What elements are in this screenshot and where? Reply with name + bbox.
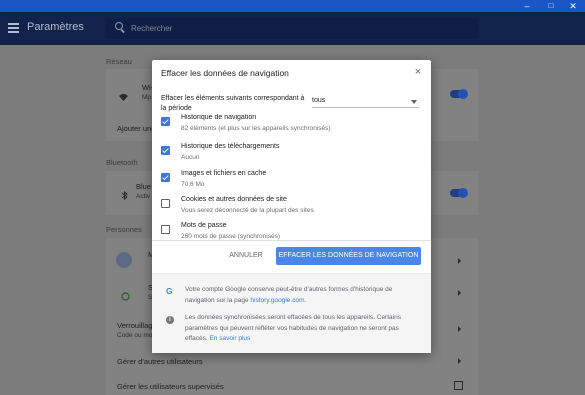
page-title: Paramètres [27,21,84,33]
bluetooth-row-subtitle: Activ [136,193,151,200]
option-title: Images et fichiers en cache [181,170,267,177]
divider [152,240,431,241]
period-select-value: tous [312,97,326,104]
sync-notice: Les données synchronisées seront effacée… [185,313,423,345]
option-subtitle: Aucun [181,154,200,161]
maximize-button[interactable]: □ [539,0,563,12]
dialog-title: Effacer les données de navigation [161,68,289,78]
cached-images-checkbox[interactable] [161,173,170,182]
period-select[interactable]: tous [312,97,419,108]
chevron-right-icon [458,290,461,296]
bluetooth-toggle[interactable] [450,188,468,198]
option-title: Cookies et autres données de site [181,196,287,203]
close-icon[interactable]: × [413,67,423,78]
option-cookies[interactable]: Cookies et autres données de site Vous s… [161,196,421,222]
minimize-button[interactable]: – [515,0,539,12]
app-bar: Paramètres [0,12,585,45]
option-title: Historique de navigation [181,114,257,121]
option-title: Mots de passe [181,222,227,229]
google-history-end: . [304,296,307,304]
info-icon: i [166,316,174,324]
option-subtitle: 82 éléments (et plus sur les appareils s… [181,125,331,132]
wifi-toggle[interactable] [450,89,468,99]
window-titlebar: – □ ✕ [0,0,585,12]
section-network: Réseau [106,57,132,66]
wifi-icon [119,89,128,101]
google-history-notice: Votre compte Google conserve peut-être d… [185,285,423,306]
search-box[interactable] [106,18,478,39]
option-passwords[interactable]: Mots de passe 260 mots de passe (synchro… [161,222,421,240]
passwords-checkbox[interactable] [161,225,170,234]
browsing-history-checkbox[interactable] [161,117,170,126]
cookies-checkbox[interactable] [161,199,170,208]
screen-lock-row-title[interactable]: Verrouillage [117,321,157,330]
option-subtitle: 260 mots de passe (synchronisés) [181,233,280,240]
clear-browsing-data-dialog: Effacer les données de navigation × Effa… [152,60,431,353]
chevron-right-icon [458,258,461,264]
section-bluetooth: Bluetooth [106,158,138,167]
section-people: Personnes [106,225,142,234]
option-subtitle: Vous serez déconnecté de la plupart des … [181,207,316,214]
option-cached-images[interactable]: Images et fichiers en cache 70,6 Mo [161,170,421,196]
option-browsing-history[interactable]: Historique de navigation 82 éléments (et… [161,114,421,140]
add-connection-row[interactable]: Ajouter une [117,124,155,133]
screen-lock-row-subtitle: Code ou mo [117,332,153,339]
option-title: Historique des téléchargements [181,143,280,150]
option-subtitle: 70,6 Mo [181,181,205,188]
bluetooth-icon [120,187,129,201]
open-external-icon[interactable] [454,381,463,390]
learn-more-link[interactable]: En savoir plus [209,335,250,342]
supervised-users-row[interactable]: Gérer les utilisateurs supervisés [117,382,224,391]
option-download-history[interactable]: Historique des téléchargements Aucun [161,143,421,169]
search-icon [115,22,123,30]
google-icon: G [166,286,173,296]
period-label: Effacer les éléments suivants correspond… [161,95,305,112]
search-input[interactable] [131,22,431,35]
sync-icon [121,288,130,301]
avatar [116,252,132,268]
menu-icon[interactable] [8,23,19,33]
chevron-down-icon [411,100,417,104]
clear-data-button[interactable]: EFFACER LES DONNÉES DE NAVIGATION [276,247,421,265]
dialog-footer: G Votre compte Google conserve peut-être… [152,273,431,353]
chevron-right-icon [458,326,461,332]
bluetooth-row-title[interactable]: Blue [136,182,151,191]
cancel-button[interactable]: ANNULER [224,247,268,265]
options-list: Historique de navigation 82 éléments (et… [152,114,431,240]
close-window-button[interactable]: ✕ [561,0,585,12]
history-link[interactable]: history.google.com [250,297,304,304]
wifi-row-subtitle: Mp [142,94,152,101]
manage-users-row[interactable]: Gérer d'autres utilisateurs [117,357,203,366]
chevron-right-icon [458,358,461,364]
download-history-checkbox[interactable] [161,146,170,155]
